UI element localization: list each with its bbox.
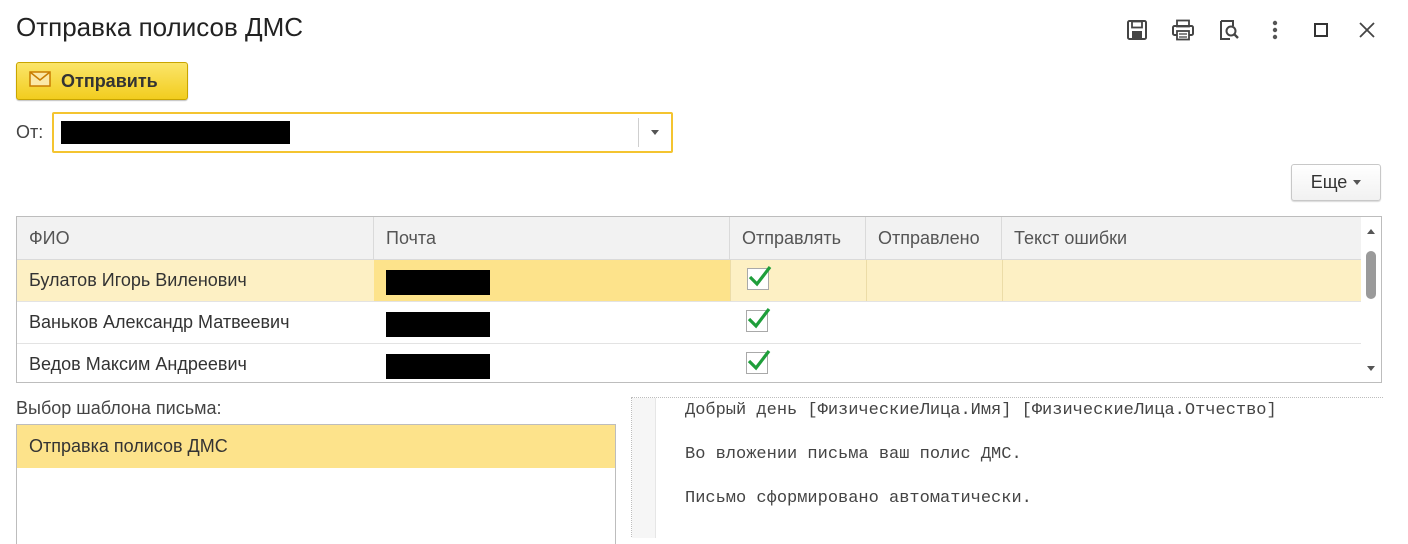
from-label: От: — [16, 122, 44, 142]
table-row[interactable]: Ваньков Александр Матвеевич — [17, 302, 1361, 344]
checkmark-icon — [748, 266, 772, 287]
template-item[interactable]: Отправка полисов ДМС — [17, 425, 615, 468]
preview-icon[interactable] — [1206, 14, 1252, 46]
checkmark-icon — [747, 308, 771, 329]
dropdown-button[interactable] — [639, 114, 671, 151]
cell-email — [374, 260, 730, 301]
cell-sent — [866, 302, 1002, 343]
table-scrollbar[interactable] — [1361, 217, 1381, 382]
redacted-email — [386, 354, 490, 379]
from-field[interactable] — [52, 112, 673, 153]
print-icon[interactable] — [1160, 14, 1206, 46]
more-vertical-icon[interactable] — [1252, 14, 1298, 46]
checkmark-icon — [747, 350, 771, 371]
preview-line: Письмо сформировано автоматически. — [685, 489, 1032, 508]
window-toolbar — [1114, 14, 1390, 46]
cell-sent — [866, 344, 1002, 382]
save-icon[interactable] — [1114, 14, 1160, 46]
send-button-label: Отправить — [61, 70, 158, 91]
chevron-down-icon — [651, 130, 659, 135]
cell-send — [730, 344, 866, 382]
column-header-send[interactable]: Отправлять — [730, 217, 866, 260]
cell-email — [374, 344, 730, 382]
close-icon[interactable] — [1344, 14, 1390, 46]
from-redacted-value — [61, 121, 290, 144]
column-header-error[interactable]: Текст ошибки — [1002, 217, 1361, 260]
redacted-email — [386, 270, 490, 295]
preview-line: Во вложении письма ваш полис ДМС. — [685, 445, 1022, 464]
cell-error — [1002, 344, 1361, 382]
cell-fio: Ваньков Александр Матвеевич — [29, 312, 290, 332]
scroll-up-icon[interactable] — [1361, 223, 1381, 239]
column-header-fio[interactable]: ФИО — [17, 217, 374, 260]
preview-text: Добрый день [ФизическиеЛица.Имя] [Физиче… — [685, 400, 1277, 510]
more-button-label: Еще — [1310, 172, 1348, 192]
letter-preview[interactable]: Добрый день [ФизическиеЛица.Имя] [Физиче… — [631, 397, 1383, 538]
recipients-table: ФИО Почта Отправлять Отправлено Текст ош… — [16, 216, 1382, 383]
page-title: Отправка полисов ДМС — [16, 12, 304, 42]
cell-fio: Ведов Максим Андреевич — [29, 354, 247, 374]
cell-send — [730, 302, 866, 343]
table-row[interactable]: Ведов Максим Андреевич — [17, 344, 1361, 382]
column-header-email[interactable]: Почта — [374, 217, 730, 260]
table-header: ФИО Почта Отправлять Отправлено Текст ош… — [17, 217, 1361, 260]
maximize-icon[interactable] — [1298, 14, 1344, 46]
column-header-sent[interactable]: Отправлено — [866, 217, 1002, 260]
send-checkbox[interactable] — [746, 350, 771, 374]
chevron-down-icon — [1353, 180, 1362, 185]
table-row[interactable]: Булатов Игорь Виленович — [17, 260, 1361, 302]
cell-error — [1002, 302, 1361, 343]
scroll-down-icon[interactable] — [1361, 360, 1381, 376]
envelope-icon — [29, 70, 51, 92]
scrollbar-thumb[interactable] — [1366, 251, 1376, 299]
template-label: Выбор шаблона письма: — [16, 398, 222, 418]
cell-fio: Булатов Игорь Виленович — [29, 270, 247, 290]
cell-send — [730, 260, 866, 301]
cell-error — [1002, 260, 1361, 301]
redacted-email — [386, 312, 490, 337]
template-list: Отправка полисов ДМС — [16, 424, 616, 544]
preview-line: Добрый день [ФизическиеЛица.Имя] [Физиче… — [685, 401, 1277, 420]
cell-email — [374, 302, 730, 343]
send-button[interactable]: Отправить — [16, 62, 188, 100]
table-body: Булатов Игорь Виленович Ваньков Александ… — [17, 260, 1361, 382]
preview-gutter — [632, 398, 656, 538]
send-checkbox[interactable] — [746, 308, 771, 332]
send-checkbox[interactable] — [747, 266, 772, 290]
more-button[interactable]: Еще — [1291, 164, 1381, 201]
cell-sent — [866, 260, 1002, 301]
